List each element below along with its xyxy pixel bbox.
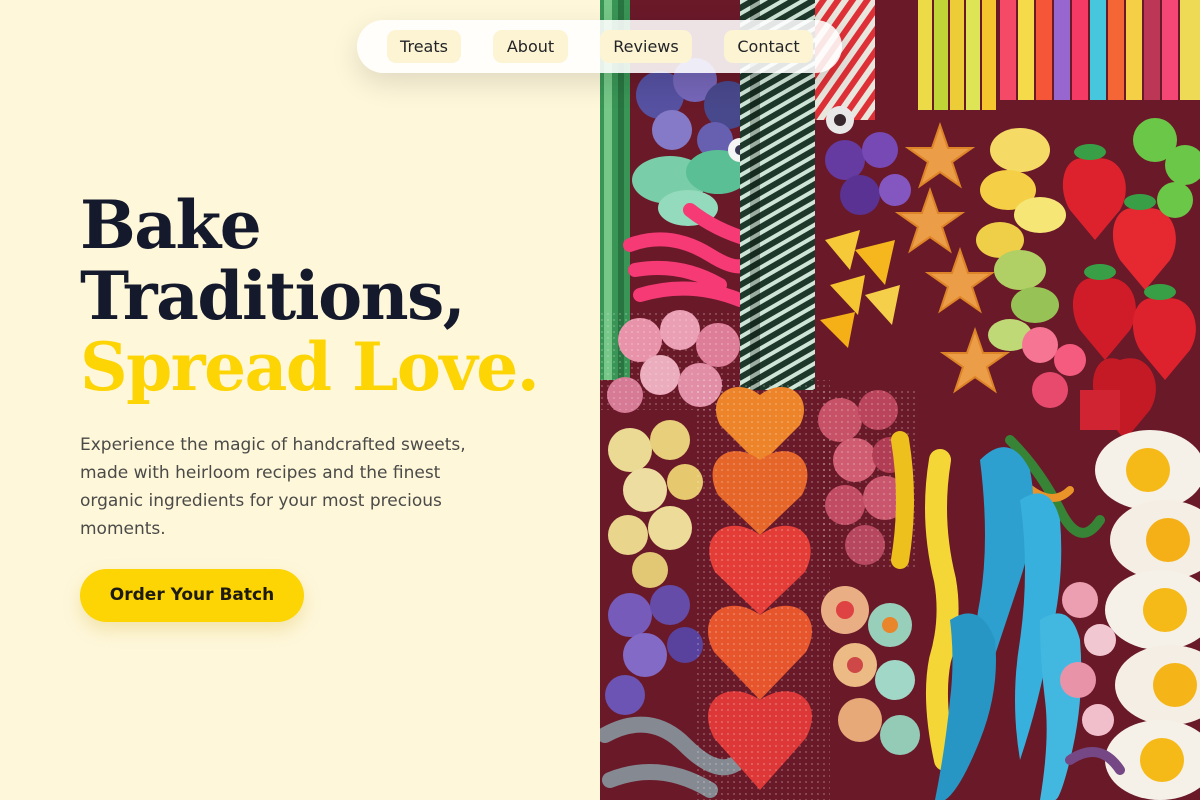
landing-page: Bake Traditions, Spread Love. Experience… <box>0 0 1200 800</box>
candy-photo-illustration <box>600 0 1200 800</box>
hero-section: Bake Traditions, Spread Love. Experience… <box>0 0 600 800</box>
nav-item-about[interactable]: About <box>493 30 568 63</box>
order-batch-button[interactable]: Order Your Batch <box>80 569 304 622</box>
top-navigation: Treats About Reviews Contact <box>357 20 842 73</box>
nav-item-contact[interactable]: Contact <box>724 30 813 63</box>
headline-line-2: Traditions, <box>80 257 466 335</box>
hero-subtitle: Experience the magic of handcrafted swee… <box>80 435 466 539</box>
hero-headline: Bake Traditions, Spread Love. <box>80 190 600 403</box>
nav-item-treats[interactable]: Treats <box>387 30 461 63</box>
headline-line-1: Bake <box>80 186 262 264</box>
headline-accent: Spread Love. <box>80 328 540 406</box>
candy-hero-image <box>600 0 1200 800</box>
nav-item-reviews[interactable]: Reviews <box>600 30 692 63</box>
